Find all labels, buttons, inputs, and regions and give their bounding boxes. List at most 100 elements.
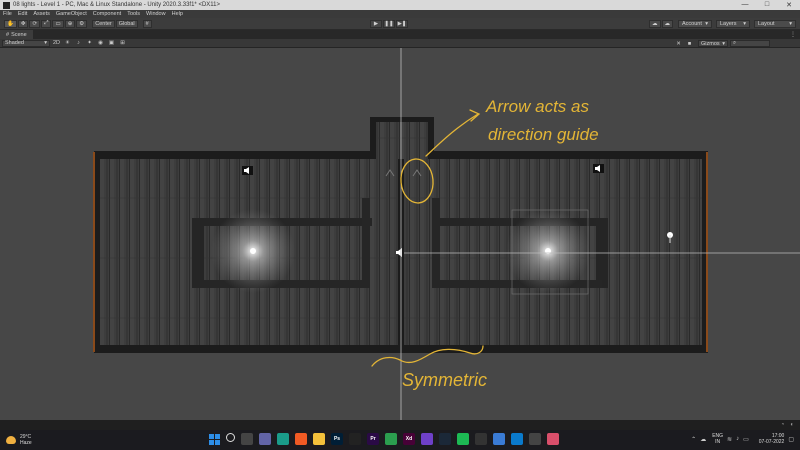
tab-scene[interactable]: # Scene	[0, 30, 33, 39]
layers-label: Layers	[720, 21, 737, 27]
scene-tab-label: Scene	[11, 31, 27, 38]
taskbar-unity-icon[interactable]	[349, 433, 361, 445]
speaker-icon[interactable]	[593, 164, 604, 173]
floor-corridor	[372, 118, 432, 158]
account-dropdown[interactable]: Account ▾	[678, 20, 712, 28]
menu-component[interactable]: Component	[93, 11, 121, 17]
scene-canvas: Arrow acts as direction guide Symmetric	[93, 48, 800, 420]
taskbar-photoshop-icon[interactable]: Ps	[331, 433, 343, 445]
menu-file[interactable]: File	[3, 11, 12, 17]
notification-icon[interactable]: ▢	[788, 436, 794, 443]
window-title: 08 lights - Level 1 - PC, Mac & Linux St…	[13, 2, 221, 8]
status-icon[interactable]: ◔	[781, 422, 785, 428]
menu-assets[interactable]: Assets	[33, 11, 50, 17]
custom-tool-icon[interactable]: ⚙	[76, 19, 88, 28]
menu-gameobject[interactable]: GameObject	[56, 11, 87, 17]
chevron-down-icon: ▾	[743, 21, 746, 27]
annotation-direction-line2: direction guide	[488, 125, 599, 144]
light-gizmo-icon[interactable]	[250, 248, 256, 254]
taskbar-chrome-icon[interactable]	[385, 433, 397, 445]
transform-tool-icon[interactable]: ⊕	[64, 19, 76, 28]
chevron-down-icon: ▾	[705, 21, 708, 27]
cloud-icon[interactable]: ☁	[700, 436, 706, 443]
menu-help[interactable]: Help	[172, 11, 183, 17]
layout-label: Layout	[758, 21, 775, 27]
status-bar: ◔ ◐	[0, 420, 800, 430]
hand-tool-icon[interactable]: ✋	[4, 19, 17, 28]
cloud-icon[interactable]: ☁	[661, 20, 673, 28]
rotate-tool-icon[interactable]: ⟳	[29, 19, 41, 28]
space-toggle[interactable]: Global	[115, 19, 138, 28]
scene-viewport[interactable]: Arrow acts as direction guide Symmetric	[0, 48, 800, 420]
effects-toggle-icon[interactable]: ✦	[85, 40, 94, 47]
language-indicator[interactable]: ENG IN	[712, 433, 723, 445]
pivot-toggle[interactable]: Center	[92, 19, 115, 28]
taskbar-windows-start-icon[interactable]	[208, 433, 220, 445]
hidden-objects-icon[interactable]: ◉	[96, 40, 105, 47]
taskbar-github-icon[interactable]	[421, 433, 433, 445]
speaker-icon[interactable]	[242, 166, 253, 175]
title-bar: 08 lights - Level 1 - PC, Mac & Linux St…	[0, 0, 800, 10]
taskbar-task-view-icon[interactable]	[241, 433, 253, 445]
wifi-icon[interactable]: ≋	[727, 436, 732, 443]
chevron-up-icon[interactable]: ⌃	[691, 436, 696, 443]
weather-widget[interactable]: 29°C Haze	[6, 434, 32, 446]
clock[interactable]: 17:00 07-07-2022	[759, 433, 785, 445]
collab-icon[interactable]: ☁	[649, 20, 661, 28]
volume-icon[interactable]: ♪	[736, 436, 739, 442]
grid-snap-icon[interactable]: #	[142, 19, 152, 28]
scene-toolbar: Shaded ▾ 2D ☀ ♪ ✦ ◉ ▣ ⊞ ✕ ■ Gizmos ▾ ⌕	[0, 39, 800, 48]
scene-tab-icon: #	[6, 31, 10, 38]
camera-settings-icon[interactable]: ▣	[107, 40, 116, 47]
layout-dropdown[interactable]: Layout ▾	[754, 20, 796, 28]
lighting-toggle-icon[interactable]: ☀	[63, 40, 72, 47]
menu-edit[interactable]: Edit	[18, 11, 27, 17]
taskbar: 29°C Haze Ps Pr Xd ⌃ ☁ ENG IN ≋ ♪ ▭ 17:00 …	[0, 430, 800, 450]
shading-mode-dropdown[interactable]: Shaded ▾	[2, 39, 50, 47]
scene-search-input[interactable]: ⌕	[730, 40, 770, 47]
play-button[interactable]: ▶	[370, 20, 382, 28]
camera-icon[interactable]: ■	[685, 40, 694, 47]
pause-button[interactable]: ❚❚	[383, 20, 395, 28]
taskbar-snipping-tool-icon[interactable]	[547, 433, 559, 445]
unity-logo-icon	[3, 1, 10, 9]
minimize-button[interactable]: —	[734, 1, 756, 9]
rect-tool-icon[interactable]: ▭	[52, 19, 64, 28]
taskbar-spotify-icon[interactable]	[457, 433, 469, 445]
taskbar-steam-icon[interactable]	[439, 433, 451, 445]
taskbar-file-explorer-icon[interactable]	[313, 433, 325, 445]
move-tool-icon[interactable]: ✥	[17, 19, 29, 28]
battery-icon[interactable]: ▭	[743, 436, 749, 443]
taskbar-apps: Ps Pr Xd	[208, 433, 565, 445]
menu-window[interactable]: Window	[146, 11, 166, 17]
gizmos-dropdown[interactable]: Gizmos ▾	[698, 40, 728, 47]
menu-tools[interactable]: Tools	[127, 11, 140, 17]
mode-2d-toggle[interactable]: 2D	[52, 40, 61, 47]
annotation-direction-line1: Arrow acts as	[485, 97, 589, 116]
scale-tool-icon[interactable]: ⤢	[41, 19, 52, 28]
taskbar-app-blue-icon[interactable]	[493, 433, 505, 445]
step-button[interactable]: ▶❚	[396, 20, 408, 28]
taskbar-unity-hub-icon[interactable]	[529, 433, 541, 445]
taskbar-teams-icon[interactable]	[259, 433, 271, 445]
taskbar-edge-icon[interactable]	[277, 433, 289, 445]
search-icon: ⌕	[733, 40, 737, 46]
taskbar-visual-studio-code-icon[interactable]	[511, 433, 523, 445]
close-button[interactable]: ✕	[778, 1, 800, 9]
maximize-button[interactable]: □	[756, 1, 778, 9]
audio-toggle-icon[interactable]: ♪	[74, 40, 83, 47]
clock-date: 07-07-2022	[758, 439, 785, 445]
taskbar-premiere-icon[interactable]: Pr	[367, 433, 379, 445]
layers-dropdown[interactable]: Layers ▾	[716, 20, 750, 28]
taskbar-search-icon[interactable]	[226, 433, 235, 442]
taskbar-epic-games-icon[interactable]	[475, 433, 487, 445]
tab-menu-icon[interactable]: ⋮	[790, 31, 796, 38]
taskbar-brave-icon[interactable]	[295, 433, 307, 445]
gizmo-tools-icon[interactable]: ⊞	[118, 40, 127, 47]
status-icon[interactable]: ◐	[790, 422, 794, 428]
tools-icon[interactable]: ✕	[674, 40, 683, 47]
chevron-down-icon: ▾	[789, 21, 792, 27]
taskbar-xd-icon[interactable]: Xd	[403, 433, 415, 445]
scene-toolbar-right: ✕ ■ Gizmos ▾ ⌕	[672, 40, 770, 47]
gizmos-label: Gizmos	[701, 40, 720, 47]
